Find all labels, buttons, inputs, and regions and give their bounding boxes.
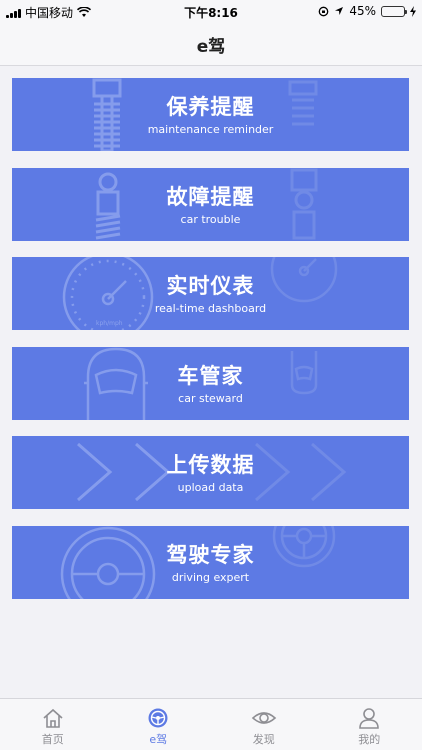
tab-label: 首页 bbox=[41, 733, 64, 746]
card-title: 上传数据 bbox=[166, 453, 255, 477]
card-upload-data[interactable]: 上传数据 upload data bbox=[12, 436, 409, 509]
tab-discover[interactable]: 发现 bbox=[211, 699, 317, 750]
card-title: 车管家 bbox=[177, 364, 244, 388]
card-subtitle: maintenance reminder bbox=[147, 123, 274, 136]
card-car-trouble[interactable]: 故障提醒 car trouble bbox=[12, 168, 409, 241]
location-icon bbox=[335, 7, 344, 15]
card-title: 保养提醒 bbox=[166, 95, 255, 119]
battery-icon bbox=[381, 5, 407, 17]
home-icon bbox=[43, 708, 63, 728]
tab-label: e驾 bbox=[149, 733, 168, 746]
tab-edrive[interactable]: e驾 bbox=[106, 699, 212, 750]
tab-mine[interactable]: 我的 bbox=[317, 699, 422, 750]
navigation-bar: e驾 bbox=[0, 22, 422, 66]
tab-label: 我的 bbox=[358, 733, 381, 746]
card-title: 实时仪表 bbox=[166, 274, 255, 298]
tab-home[interactable]: 首页 bbox=[0, 699, 106, 750]
card-real-time-dashboard[interactable]: kph/mph 实时仪表 real-time dashboard bbox=[12, 257, 409, 330]
tab-label: 发现 bbox=[252, 733, 275, 746]
card-subtitle: real-time dashboard bbox=[154, 302, 267, 315]
card-title: 故障提醒 bbox=[166, 185, 255, 209]
card-driving-expert[interactable]: 驾驶专家 driving expert bbox=[12, 526, 409, 599]
card-car-steward[interactable]: 车管家 car steward bbox=[12, 347, 409, 420]
page-title: e驾 bbox=[196, 37, 226, 57]
card-subtitle: car trouble bbox=[180, 213, 241, 226]
card-subtitle: driving expert bbox=[171, 571, 250, 584]
eye-icon bbox=[251, 712, 276, 724]
card-maintenance-reminder[interactable]: 保养提醒 maintenance reminder bbox=[12, 78, 409, 151]
charging-icon bbox=[410, 5, 416, 17]
steering-wheel-icon bbox=[148, 708, 168, 728]
card-subtitle: upload data bbox=[177, 481, 244, 494]
user-icon bbox=[359, 708, 380, 729]
status-bar: 中国移动 下午8:16 45% bbox=[0, 0, 422, 22]
battery-percent: 45% bbox=[349, 4, 376, 18]
rotation-lock-icon bbox=[318, 6, 329, 16]
tab-bar: 首页 e驾 发现 我的 bbox=[0, 698, 422, 750]
gauge-units: kph/mph bbox=[96, 320, 123, 327]
card-subtitle: car steward bbox=[178, 392, 243, 405]
card-title: 驾驶专家 bbox=[166, 543, 255, 567]
